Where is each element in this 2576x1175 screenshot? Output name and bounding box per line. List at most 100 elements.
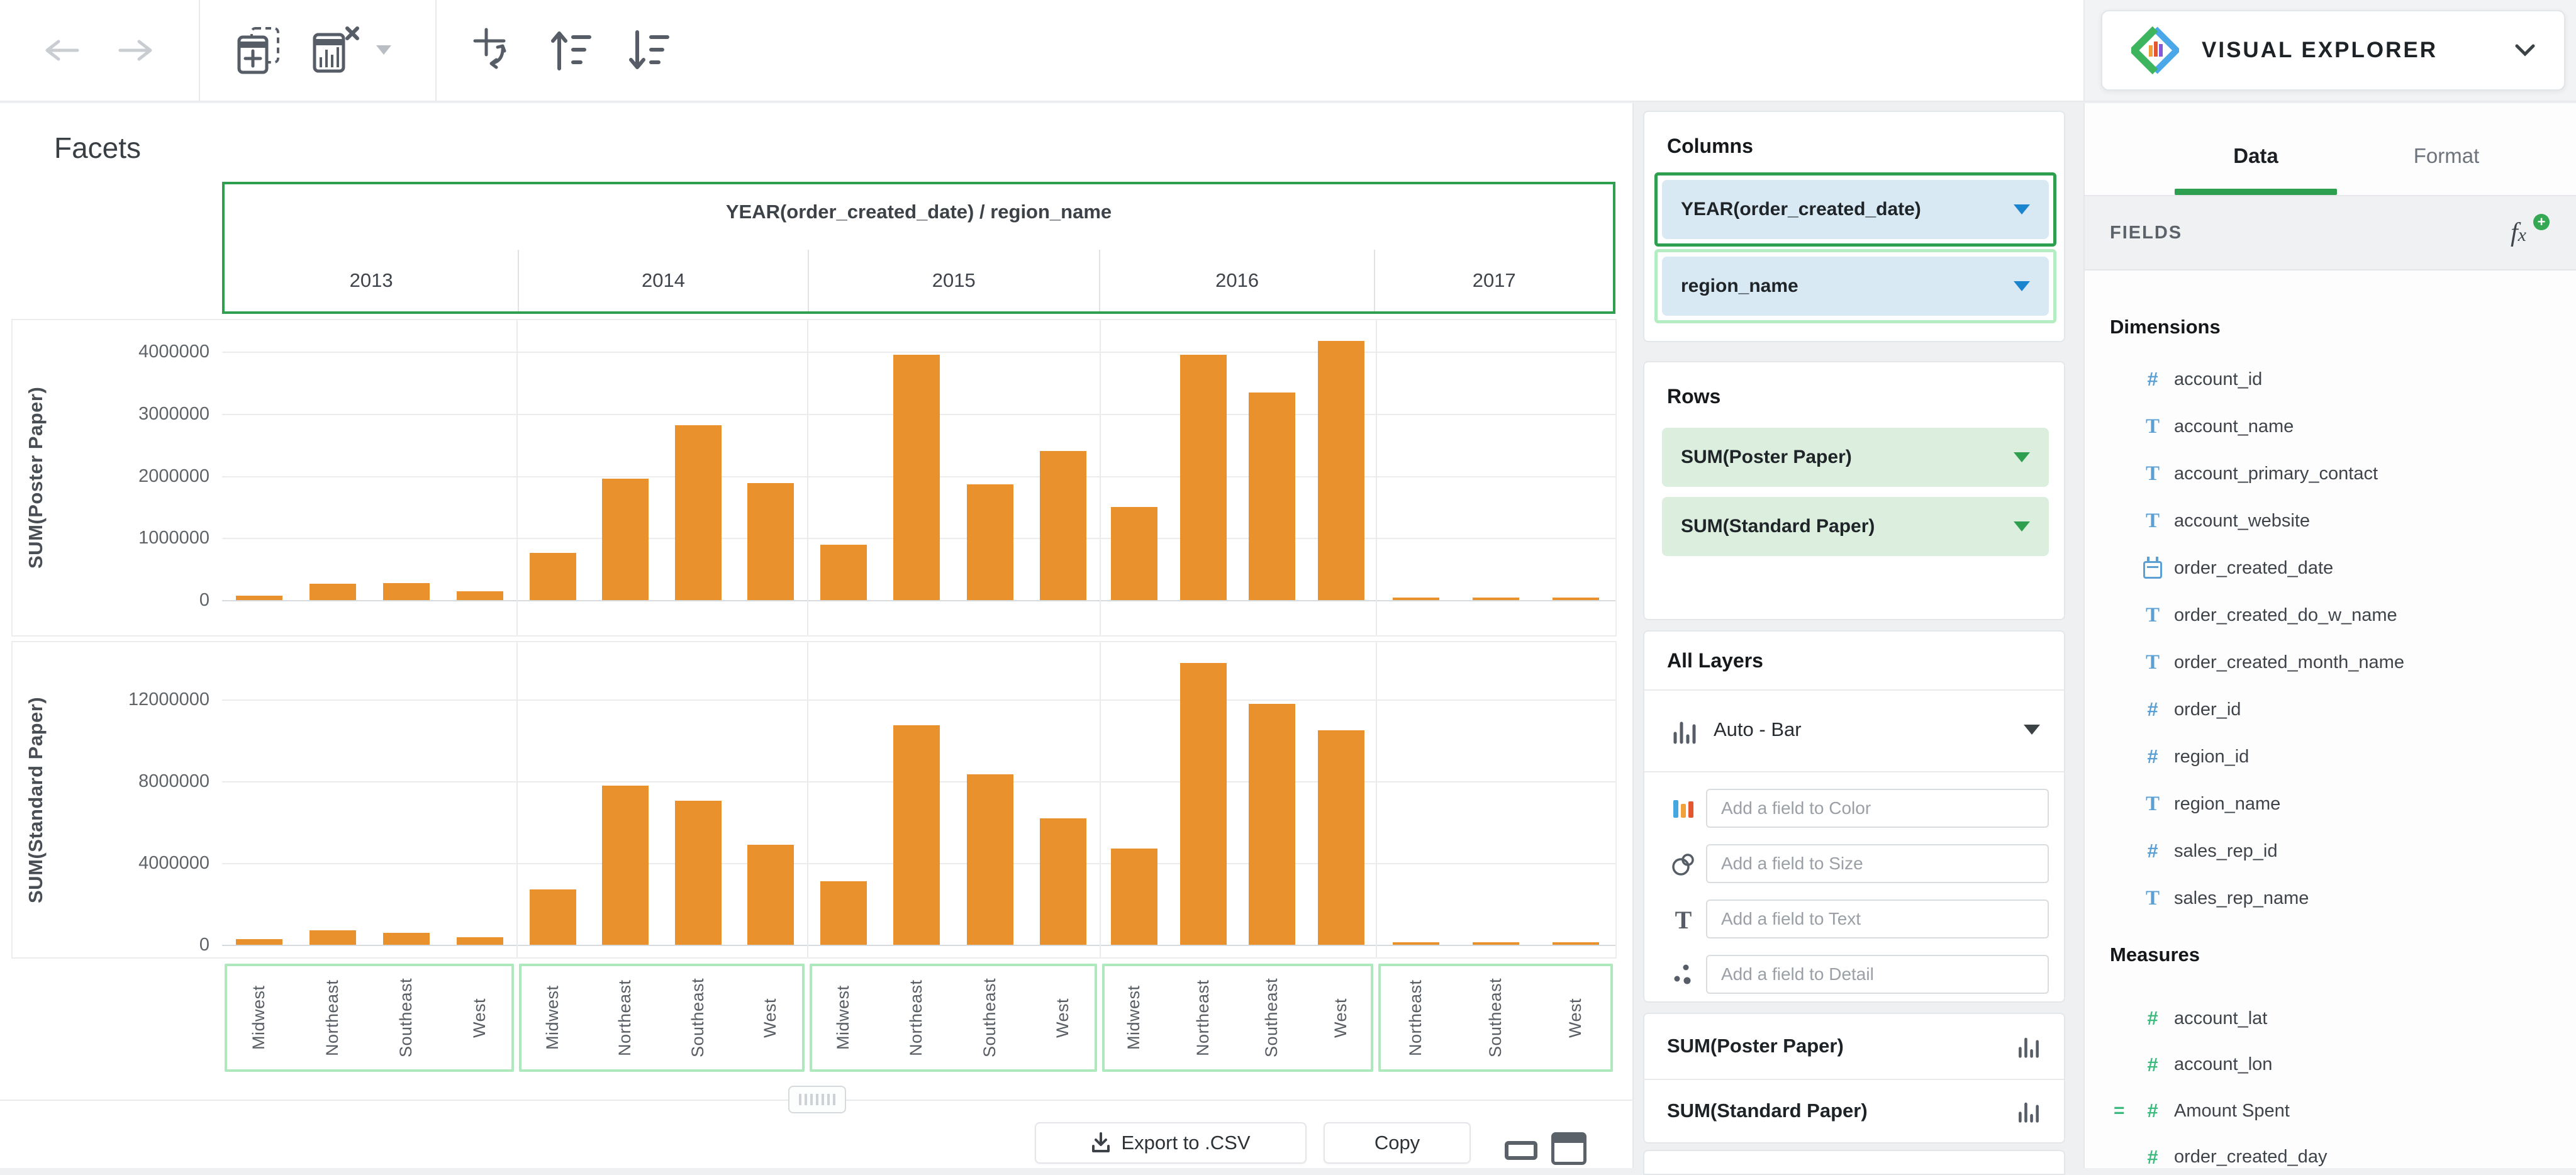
- field-label: sales_rep_id: [2174, 840, 2278, 861]
- pill-caret-icon[interactable]: [2014, 452, 2030, 462]
- bar[interactable]: [1249, 703, 1296, 945]
- bar[interactable]: [747, 844, 795, 945]
- add-field-to-text-input[interactable]: [1706, 899, 2049, 938]
- pill-caret-icon[interactable]: [2014, 521, 2030, 532]
- export-csv-label: Export to .CSV: [1121, 1132, 1251, 1154]
- add-field-to-color-input[interactable]: [1706, 789, 2049, 828]
- facet-year-2014: 2014: [518, 250, 807, 311]
- sort-ascending-icon[interactable]: [546, 25, 596, 75]
- field-account_primary_contact[interactable]: Taccount_primary_contact: [2085, 452, 2576, 496]
- facet-separator: [516, 642, 518, 957]
- bar[interactable]: [1472, 942, 1519, 945]
- mark-type-select[interactable]: Auto - Bar: [1644, 691, 2064, 771]
- number-type-icon: #: [2147, 840, 2158, 862]
- bar[interactable]: [966, 774, 1013, 945]
- field-region_name[interactable]: Tregion_name: [2085, 782, 2576, 826]
- bar[interactable]: [456, 937, 503, 945]
- export-csv-button[interactable]: Export to .CSV: [1035, 1122, 1307, 1164]
- bar[interactable]: [820, 545, 867, 600]
- bar[interactable]: [382, 933, 430, 945]
- bar[interactable]: [1392, 942, 1439, 945]
- bar[interactable]: [1552, 598, 1599, 600]
- back-arrow-icon[interactable]: [36, 25, 87, 75]
- field-account_lat[interactable]: # account_lat: [2085, 996, 2576, 1040]
- bar[interactable]: [674, 425, 722, 600]
- bar[interactable]: [1179, 662, 1227, 945]
- field-order_created_date[interactable]: order_created_date: [2085, 546, 2576, 590]
- field-order_created_day[interactable]: # order_created_day: [2085, 1135, 2576, 1169]
- field-account_website[interactable]: Taccount_website: [2085, 499, 2576, 543]
- layer-label: SUM(Standard Paper): [1667, 1100, 1868, 1122]
- bar[interactable]: [1318, 730, 1365, 945]
- field-account_lon[interactable]: # account_lon: [2085, 1043, 2576, 1087]
- y-axis-title: SUM(Poster Paper): [25, 386, 47, 569]
- sort-descending-icon[interactable]: [624, 25, 674, 75]
- field-region_id[interactable]: # region_id: [2085, 735, 2576, 779]
- pill-caret-icon[interactable]: [2014, 204, 2030, 214]
- bar[interactable]: [1179, 354, 1227, 600]
- tab-format[interactable]: Format: [2365, 137, 2528, 175]
- add-field-to-detail-input[interactable]: [1706, 955, 2049, 994]
- resize-handle[interactable]: [788, 1086, 846, 1113]
- swap-axes-icon[interactable]: [468, 25, 518, 75]
- field-account_name[interactable]: Taccount_name: [2085, 404, 2576, 448]
- number-type-icon: #: [2147, 368, 2158, 390]
- visual-explorer-menu[interactable]: VISUAL EXPLORER: [2101, 10, 2565, 91]
- pill-caret-icon[interactable]: [2014, 281, 2030, 291]
- bar[interactable]: [529, 889, 576, 945]
- bar[interactable]: [1392, 598, 1439, 600]
- field-pill[interactable]: SUM(Standard Paper): [1662, 497, 2049, 556]
- field-sales_rep_name[interactable]: Tsales_rep_name: [2085, 876, 2576, 920]
- tab-data[interactable]: Data: [2175, 137, 2337, 175]
- minimize-view-icon[interactable]: [1505, 1141, 1537, 1160]
- clear-chart-icon[interactable]: [311, 25, 361, 75]
- bar[interactable]: [966, 484, 1013, 600]
- field-account_id[interactable]: # account_id: [2085, 357, 2576, 401]
- x-axis-label: Midwest: [834, 985, 853, 1050]
- chart-title: Facets: [54, 131, 142, 164]
- bar[interactable]: [820, 881, 867, 945]
- bar[interactable]: [1249, 393, 1296, 600]
- field-order_created_do_w_name[interactable]: Torder_created_do_w_name: [2085, 593, 2576, 637]
- bar[interactable]: [1110, 506, 1157, 600]
- bar[interactable]: [456, 591, 503, 600]
- clear-chart-caret-icon[interactable]: [376, 45, 391, 55]
- field-order_id[interactable]: # order_id: [2085, 688, 2576, 732]
- facet-separator: [807, 320, 808, 635]
- layer-row[interactable]: SUM(Standard Paper): [1644, 1079, 2064, 1142]
- duplicate-chart-icon[interactable]: [234, 25, 284, 75]
- window-view-icon[interactable]: [1551, 1132, 1586, 1165]
- bar[interactable]: [602, 479, 649, 600]
- copy-button[interactable]: Copy: [1324, 1122, 1471, 1164]
- bar[interactable]: [235, 938, 282, 945]
- forward-arrow-icon[interactable]: [111, 25, 161, 75]
- bar[interactable]: [1039, 451, 1086, 600]
- bar[interactable]: [1110, 849, 1157, 945]
- chevron-down-icon[interactable]: [2515, 44, 2535, 57]
- field-pill[interactable]: SUM(Poster Paper): [1662, 428, 2049, 487]
- field-pill[interactable]: YEAR(order_created_date): [1662, 180, 2049, 239]
- bar[interactable]: [1318, 341, 1365, 600]
- layer-row[interactable]: SUM(Poster Paper): [1644, 1014, 2064, 1078]
- bar[interactable]: [235, 596, 282, 600]
- bar[interactable]: [674, 800, 722, 945]
- bar[interactable]: [529, 552, 576, 600]
- all-layers-panel: All Layers Auto - Bar T: [1643, 630, 2065, 1003]
- bar[interactable]: [893, 354, 940, 600]
- field-pill[interactable]: region_name: [1662, 257, 2049, 316]
- bar[interactable]: [602, 785, 649, 945]
- bar[interactable]: [893, 725, 940, 945]
- bar[interactable]: [309, 930, 356, 945]
- bar[interactable]: [1552, 942, 1599, 945]
- add-calculated-field-button[interactable]: fx +: [2507, 214, 2551, 252]
- field-sales_rep_id[interactable]: # sales_rep_id: [2085, 829, 2576, 873]
- bar[interactable]: [309, 584, 356, 600]
- field-order_created_month_name[interactable]: Torder_created_month_name: [2085, 640, 2576, 684]
- bar[interactable]: [382, 583, 430, 600]
- bar[interactable]: [1039, 818, 1086, 945]
- bar[interactable]: [1472, 598, 1519, 600]
- facet-year-2015: 2015: [807, 250, 1099, 311]
- add-field-to-size-input[interactable]: [1706, 844, 2049, 883]
- bar[interactable]: [747, 483, 795, 600]
- field-Amount Spent[interactable]: = # Amount Spent: [2085, 1089, 2576, 1133]
